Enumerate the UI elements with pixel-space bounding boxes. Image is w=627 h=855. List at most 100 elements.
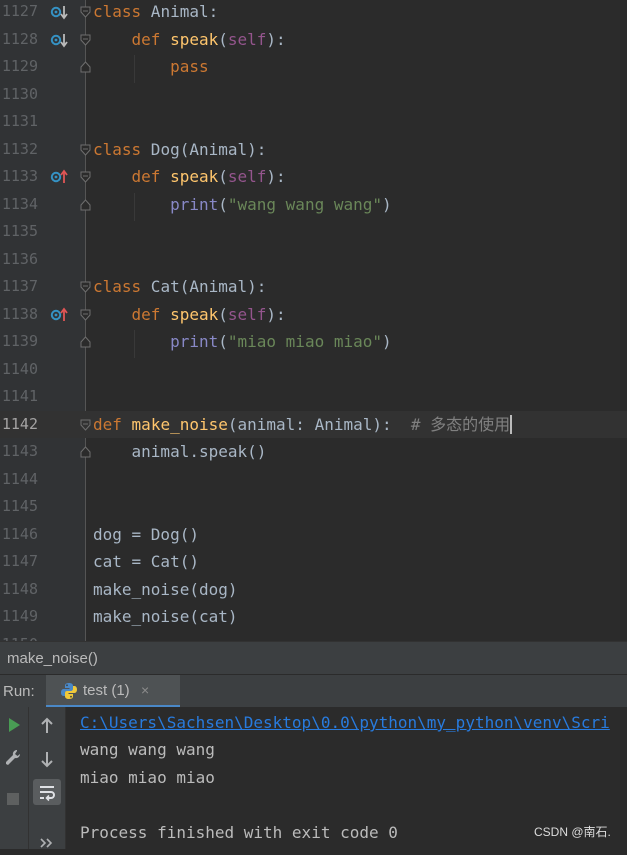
function-name: make_noise — [131, 414, 228, 434]
punct: ( — [218, 167, 228, 186]
punct: ) — [382, 194, 392, 214]
line-number[interactable]: 1150 — [0, 631, 38, 642]
keyword: def — [93, 414, 122, 434]
fold-end-icon[interactable] — [80, 61, 91, 73]
line-number[interactable]: 1132 — [0, 136, 38, 164]
code-line[interactable]: 1135 — [0, 218, 627, 246]
stop-icon[interactable] — [3, 789, 23, 809]
punct: ( — [218, 29, 228, 49]
line-number[interactable]: 1135 — [0, 218, 38, 246]
code-line[interactable]: 1147 cat = Cat() — [0, 548, 627, 576]
fold-open-icon[interactable] — [80, 171, 91, 183]
statement: cat = Cat() — [93, 552, 199, 571]
fold-open-icon[interactable] — [80, 281, 91, 293]
line-number[interactable]: 1145 — [0, 493, 38, 521]
line-number[interactable]: 1140 — [0, 356, 38, 384]
code-line[interactable]: 1128 def speak(self): — [0, 26, 627, 54]
self-param: self — [227, 304, 267, 324]
line-number[interactable]: 1144 — [0, 466, 38, 494]
code-editor[interactable]: 1127 class Animal: 1128 def speak(self): — [0, 0, 627, 641]
code-line[interactable]: 1132 class Dog(Animal): — [0, 136, 627, 164]
fold-open-icon[interactable] — [80, 144, 91, 156]
wrench-icon[interactable] — [3, 748, 23, 768]
line-number[interactable]: 1139 — [0, 328, 38, 356]
fold-open-icon[interactable] — [80, 6, 91, 18]
line-number[interactable]: 1127 — [0, 0, 38, 26]
overrides-method-icon[interactable] — [50, 306, 68, 324]
fold-open-icon[interactable] — [80, 309, 91, 321]
code-line[interactable]: 1144 — [0, 466, 627, 494]
code-line[interactable]: 1134 print("wang wang wang") — [0, 191, 627, 219]
line-number[interactable]: 1133 — [0, 163, 38, 191]
arrow-down-icon[interactable] — [37, 749, 57, 769]
builtin-name: print — [170, 194, 219, 214]
fold-end-icon[interactable] — [80, 198, 91, 211]
code-line[interactable]: 1136 — [0, 246, 627, 274]
console-line: miao miao miao — [80, 768, 215, 787]
code-line[interactable]: 1137 class Cat(Animal): — [0, 273, 627, 301]
run-tab-test[interactable]: test (1) × — [46, 675, 180, 708]
string-literal: "wang wang wang" — [227, 194, 382, 214]
line-number[interactable]: 1138 — [0, 301, 38, 329]
code-line[interactable]: 1141 — [0, 383, 627, 411]
code-line[interactable]: 1145 — [0, 493, 627, 521]
line-number[interactable]: 1149 — [0, 603, 38, 631]
punct: ( — [218, 194, 228, 214]
rerun-icon[interactable] — [4, 715, 24, 735]
punct: ) — [382, 332, 392, 351]
fold-end-icon[interactable] — [80, 336, 91, 348]
line-number[interactable]: 1148 — [0, 576, 38, 604]
breadcrumb-item[interactable]: make_noise() — [7, 650, 98, 667]
line-number[interactable]: 1129 — [0, 53, 38, 81]
code-line[interactable]: 1140 — [0, 356, 627, 384]
code-line[interactable]: 1138 def speak(self): — [0, 301, 627, 329]
line-number[interactable]: 1128 — [0, 26, 38, 54]
code-line[interactable]: 1133 def speak(self): — [0, 163, 627, 191]
code-line[interactable]: 1148 make_noise(dog) — [0, 576, 627, 604]
run-label: Run: — [3, 683, 35, 700]
is-subclassed-icon[interactable] — [50, 3, 68, 21]
fold-open-icon[interactable] — [80, 419, 91, 431]
arrow-up-icon[interactable] — [37, 716, 57, 736]
overrides-method-icon[interactable] — [50, 168, 68, 186]
keyword: def — [131, 167, 161, 186]
code-line[interactable]: 1131 — [0, 108, 627, 136]
code-line[interactable]: 1139 print("miao miao miao") — [0, 328, 627, 356]
code-line[interactable]: 1146 dog = Dog() — [0, 521, 627, 549]
line-number[interactable]: 1141 — [0, 383, 38, 411]
close-icon[interactable]: × — [141, 675, 149, 706]
fold-end-icon[interactable] — [80, 446, 91, 458]
line-number[interactable]: 1147 — [0, 548, 38, 576]
breadcrumb[interactable]: make_noise() — [0, 641, 627, 674]
params: (animal: Animal): — [227, 414, 411, 434]
line-number[interactable]: 1146 — [0, 521, 38, 549]
code-line[interactable]: 1130 — [0, 81, 627, 109]
run-panel: C:\Users\Sachsen\Desktop\0.0\python\my_p… — [0, 707, 627, 849]
run-toolbar-primary — [0, 707, 29, 849]
fold-open-icon[interactable] — [80, 34, 91, 46]
function-name: speak — [170, 29, 219, 49]
soft-wrap-button[interactable] — [33, 779, 61, 805]
code-line[interactable]: 1143 animal.speak() — [0, 438, 627, 466]
comment: # 多态的使用 — [410, 414, 511, 434]
keyword: class — [93, 139, 142, 159]
python-icon — [61, 683, 77, 699]
more-tools-icon[interactable] — [38, 835, 58, 855]
code-line-current[interactable]: 1142 def make_noise(animal: Animal): # 多… — [0, 410, 627, 439]
run-tab-label: test (1) — [83, 682, 130, 699]
is-overridden-icon[interactable] — [50, 31, 68, 49]
code-line[interactable]: 1129 pass — [0, 53, 627, 81]
self-param: self — [227, 29, 267, 49]
interpreter-path-link[interactable]: C:\Users\Sachsen\Desktop\0.0\python\my_p… — [80, 709, 610, 737]
line-number[interactable]: 1130 — [0, 81, 38, 109]
line-number[interactable]: 1136 — [0, 246, 38, 274]
punct: ): — [266, 167, 286, 186]
code-line[interactable]: 1150 — [0, 631, 627, 642]
line-number[interactable]: 1137 — [0, 273, 38, 301]
line-number[interactable]: 1131 — [0, 108, 38, 136]
code-line[interactable]: 1149 make_noise(cat) — [0, 603, 627, 631]
code-line[interactable]: 1127 class Animal: — [0, 0, 627, 26]
line-number[interactable]: 1134 — [0, 191, 38, 219]
line-number[interactable]: 1143 — [0, 438, 38, 466]
line-number[interactable]: 1142 — [0, 411, 38, 439]
